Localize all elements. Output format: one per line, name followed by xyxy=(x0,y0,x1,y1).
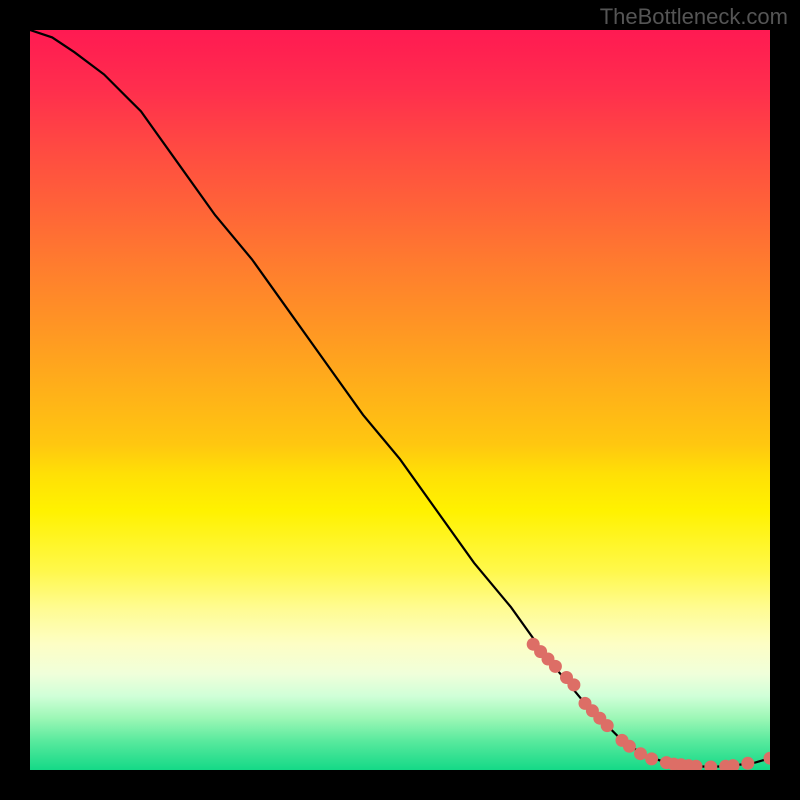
chart-marker xyxy=(634,747,647,760)
markers-group xyxy=(527,638,770,770)
chart-marker xyxy=(623,740,636,753)
chart-marker xyxy=(601,719,614,732)
chart-marker xyxy=(741,757,754,770)
chart-marker xyxy=(567,678,580,691)
watermark-text: TheBottleneck.com xyxy=(600,4,788,30)
chart-plot-area xyxy=(30,30,770,770)
chart-marker xyxy=(764,752,771,765)
chart-marker xyxy=(704,761,717,771)
chart-marker xyxy=(549,660,562,673)
chart-marker xyxy=(645,752,658,765)
bottleneck-curve xyxy=(30,30,770,767)
chart-svg xyxy=(30,30,770,770)
